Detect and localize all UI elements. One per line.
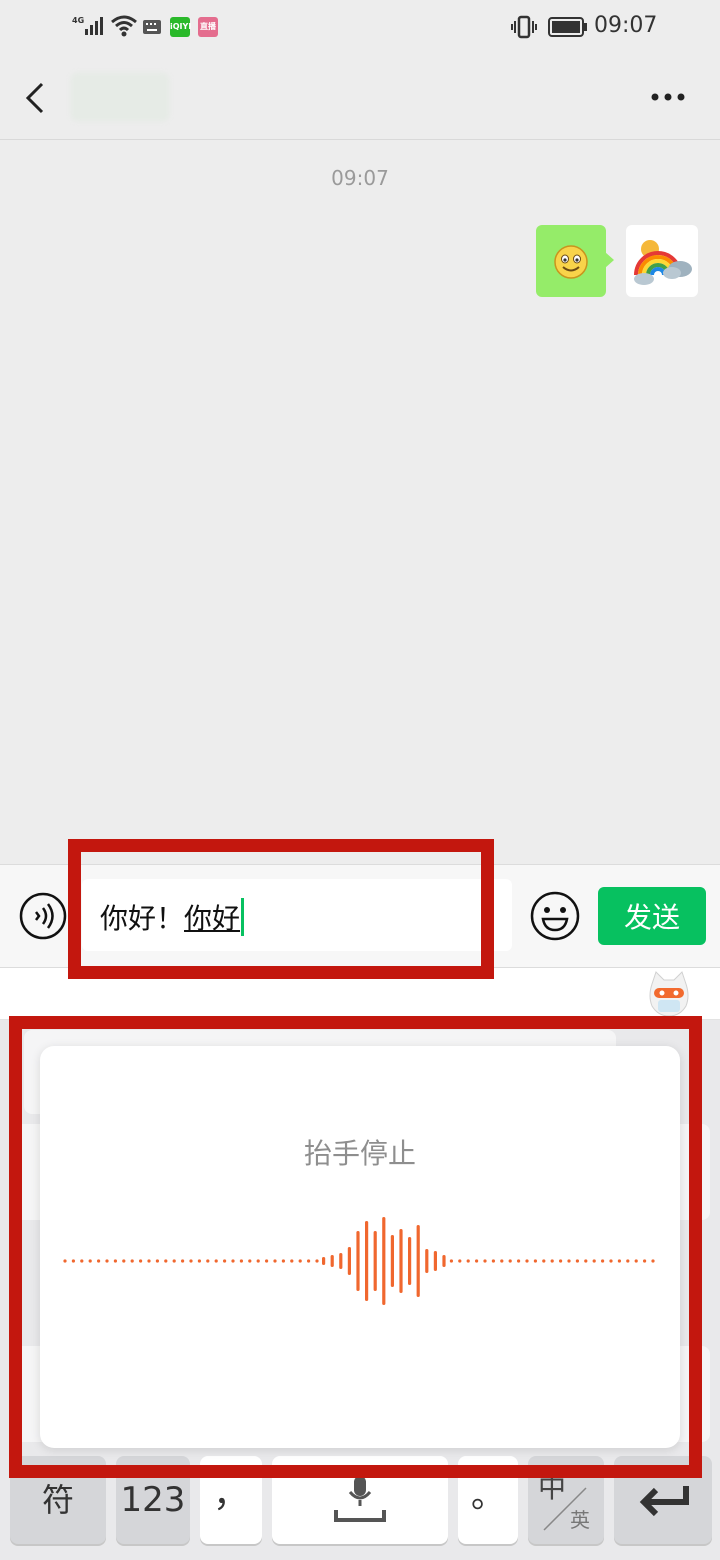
ime-mascot-icon[interactable] (646, 970, 692, 1018)
status-time: 09:07 (594, 13, 658, 38)
lang-en-label: 英 (570, 1508, 590, 1532)
voice-panel-highlight-box (9, 1016, 702, 1478)
live-app-icon: 直播 (198, 17, 218, 37)
send-button[interactable]: 发送 (598, 887, 706, 945)
voice-toggle-icon[interactable] (18, 891, 68, 941)
chat-header (0, 56, 720, 140)
chevron-left-icon[interactable] (22, 78, 48, 118)
bubble-tail (605, 252, 614, 268)
input-highlight-box (68, 839, 494, 979)
smile-emoji-icon (554, 245, 588, 279)
vibrate-icon (511, 15, 537, 39)
network-type: 4G (72, 16, 85, 25)
signal-icon (85, 17, 103, 35)
wifi-icon (111, 15, 137, 37)
iqiyi-app-icon: iQIYI (170, 17, 191, 37)
rainbow-avatar-icon (634, 240, 692, 285)
emoji-icon[interactable] (528, 889, 582, 943)
my-avatar[interactable] (626, 225, 698, 297)
microphone-icon (334, 1476, 386, 1522)
contact-name-blurred (70, 72, 170, 122)
enter-arrow-icon (639, 1486, 689, 1517)
more-dots-icon[interactable] (650, 92, 686, 102)
keyboard-notification-icon (143, 20, 161, 34)
status-bar: 4G iQIYI 直播 09:07 (0, 0, 720, 56)
battery-icon (548, 17, 587, 37)
message-timestamp: 09:07 (331, 166, 389, 190)
